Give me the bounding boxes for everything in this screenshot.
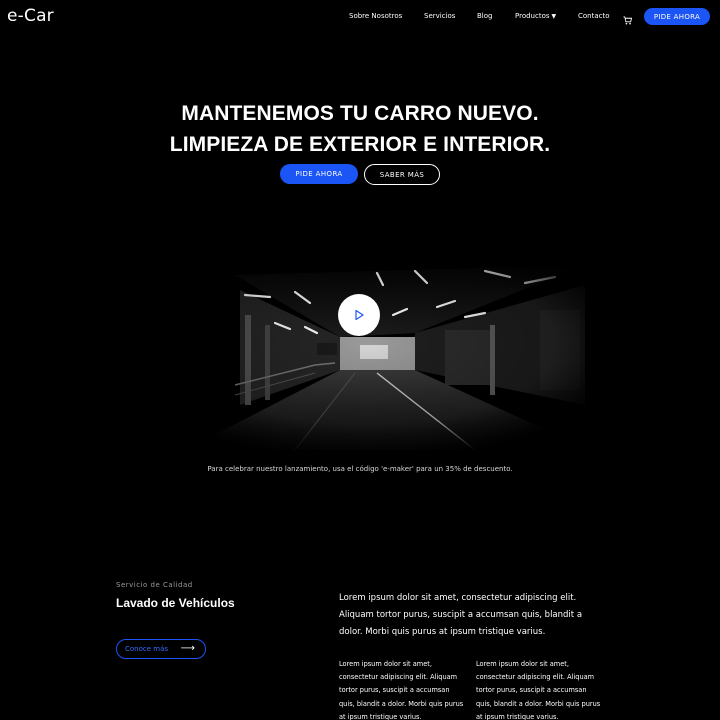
hero-title-line-1: MANTENEMOS TU CARRO NUEVO. [181, 102, 539, 125]
top-navigation: e-Car Sobre Nosotros Servicios Blog Prod… [0, 0, 720, 34]
video-thumbnail[interactable] [145, 255, 590, 450]
nav-link-contacto[interactable]: Contacto [578, 12, 610, 20]
nav-links: Sobre Nosotros Servicios Blog Productos ▼… [0, 12, 720, 24]
nav-link-blog[interactable]: Blog [477, 12, 492, 20]
hero-learn-more-button[interactable]: SABER MÁS [364, 164, 440, 185]
learn-more-label: Conoce más [125, 645, 169, 653]
hero-title-line-2: LIMPIEZA DE EXTERIOR E INTERIOR. [169, 133, 551, 156]
nav-order-button[interactable]: PIDE AHORA [644, 8, 710, 25]
nav-link-productos[interactable]: Productos ▼ [515, 12, 556, 20]
arrow-right-icon: ⟶ [180, 643, 195, 654]
hero-order-button[interactable]: PIDE AHORA [280, 164, 358, 184]
nav-link-productos-label: Productos [515, 12, 550, 20]
learn-more-button[interactable]: Conoce más ⟶ [116, 639, 206, 659]
promo-text: Para celebrar nuestro lanzamiento, usa e… [207, 465, 513, 473]
nav-link-servicios[interactable]: Servicios [424, 12, 455, 20]
play-button[interactable] [338, 294, 380, 336]
service-kicker: Servicio de Calidad [116, 581, 193, 589]
play-icon [355, 309, 364, 321]
hero-buttons: PIDE AHORA SABER MÁS [0, 164, 720, 185]
service-title: Lavado de Vehículos [116, 596, 235, 610]
chevron-down-icon: ▼ [551, 13, 557, 20]
nav-link-sobre-nosotros[interactable]: Sobre Nosotros [349, 12, 402, 20]
cart-icon[interactable] [623, 10, 633, 25]
service-column-2: Lorem ipsum dolor sit amet, consectetur … [476, 660, 601, 720]
service-lead-text: Lorem ipsum dolor sit amet, consectetur … [339, 593, 583, 637]
hero-title: MANTENEMOS TU CARRO NUEVO. LIMPIEZA DE E… [0, 98, 720, 160]
service-column-1: Lorem ipsum dolor sit amet, consectetur … [339, 660, 464, 720]
